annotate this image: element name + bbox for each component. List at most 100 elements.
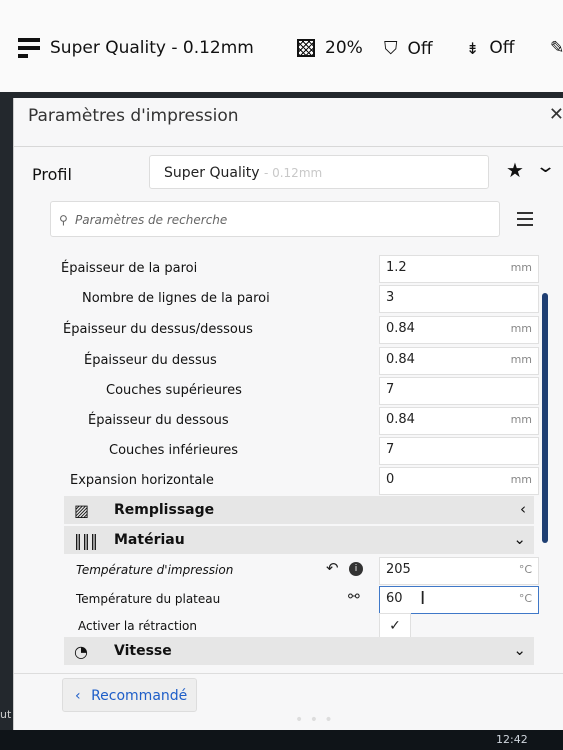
setting-label: Épaisseur de la paroi [61, 261, 198, 276]
chevron-left-icon: ‹ [520, 500, 526, 518]
setting-row-top-layers: Couches supérieures 7 [14, 375, 544, 405]
setting-value: 60 [386, 591, 403, 606]
setting-unit: °C [518, 592, 532, 605]
menu-icon[interactable] [517, 212, 533, 230]
setting-value: 205 [386, 562, 411, 577]
setting-row-wall-thickness: Épaisseur de la paroi 1.2 mm [14, 253, 544, 283]
setting-unit: °C [518, 563, 532, 576]
support-icon: ⛉ [384, 38, 398, 59]
star-icon[interactable]: ★ [506, 158, 524, 182]
top-toolbar: Super Quality - 0.12mm 20% ⛉ Off ⇟ Off ✎ [0, 0, 563, 92]
setting-value: 0 [386, 472, 395, 487]
background-text: ut [0, 708, 12, 721]
search-placeholder: Paramètres de recherche [75, 213, 228, 227]
section-title: Remplissage [114, 502, 215, 518]
close-icon[interactable]: ✕ [549, 104, 563, 125]
info-icon[interactable]: i [349, 562, 363, 576]
setting-label: Couches supérieures [106, 383, 242, 398]
adhesion-value: Off [489, 38, 515, 58]
setting-unit: mm [510, 322, 532, 335]
divider [14, 146, 563, 147]
profile-field-label: Profil [32, 165, 72, 184]
setting-label: Expansion horizontale [70, 473, 214, 488]
setting-unit: mm [510, 353, 532, 366]
infill-indicator[interactable]: 20% [297, 38, 363, 58]
adhesion-icon: ⇟ [466, 38, 480, 58]
section-materiau[interactable]: ‖‖‖ Matériau ⌄ [64, 526, 534, 554]
setting-row-top-thickness: Épaisseur du dessus 0.84 mm [14, 345, 544, 375]
panel-title: Paramètres d'impression [28, 106, 239, 126]
setting-value: 3 [386, 290, 395, 305]
text-cursor-icon: I [420, 588, 426, 609]
print-settings-panel: Paramètres d'impression ✕ Profil Super Q… [13, 98, 563, 730]
link-icon: ⚯ [348, 589, 360, 605]
infill-icon [297, 39, 315, 57]
setting-row-horizontal-expansion: Expansion horizontale 0 mm [14, 465, 544, 495]
infill-value: 20% [325, 38, 363, 58]
setting-input[interactable]: 0.84 mm [379, 316, 539, 344]
search-icon: ⚲ [59, 213, 68, 227]
setting-row-bottom-thickness: Épaisseur du dessous 0.84 mm [14, 405, 544, 435]
support-indicator[interactable]: ⛉ Off [384, 38, 433, 59]
setting-value: 7 [386, 382, 395, 397]
material-icon: ‖‖‖ [74, 531, 98, 550]
retraction-checkbox[interactable]: ✓ [379, 613, 411, 639]
speedometer-icon: ◔ [74, 642, 88, 661]
recommended-label: Recommandé [91, 688, 188, 704]
setting-input[interactable]: 205 °C [379, 557, 539, 585]
infill-icon: ▨ [74, 501, 90, 520]
setting-label: Activer la rétraction [78, 619, 197, 633]
setting-label: Épaisseur du dessus/dessous [63, 322, 253, 337]
print-profile-icon [18, 38, 40, 58]
bed-temperature-input[interactable]: 60 I °C [379, 586, 539, 614]
divider [14, 673, 563, 674]
setting-unit: mm [510, 413, 532, 426]
setting-value: 7 [386, 442, 395, 457]
search-input[interactable]: ⚲ Paramètres de recherche [50, 201, 500, 237]
reset-icon[interactable]: ↶ [326, 559, 339, 577]
chevron-down-icon: ⌄ [513, 530, 526, 548]
recommended-button[interactable]: ‹ Recommandé [62, 678, 197, 712]
support-value: Off [407, 38, 433, 59]
setting-label: Couches inférieures [109, 443, 239, 458]
setting-label: Épaisseur du dessus [84, 353, 217, 368]
section-vitesse[interactable]: ◔ Vitesse ⌄ [64, 637, 534, 665]
setting-label: Température d'impression [76, 563, 234, 577]
chevron-down-icon[interactable]: ⌄ [535, 156, 556, 177]
pencil-icon[interactable]: ✎ [550, 38, 563, 58]
settings-list: Épaisseur de la paroi 1.2 mm Nombre de l… [14, 253, 544, 665]
chevron-down-icon: ⌄ [513, 641, 526, 659]
setting-row-bottom-layers: Couches inférieures 7 [14, 435, 544, 465]
setting-input[interactable]: 0 mm [379, 467, 539, 495]
setting-label: Épaisseur du dessous [88, 413, 229, 428]
setting-row-print-temperature: Température d'impression ↶ i 205 °C [14, 555, 544, 585]
chevron-left-icon: ‹ [75, 688, 81, 704]
section-title: Matériau [114, 532, 185, 548]
setting-input[interactable]: 1.2 mm [379, 255, 539, 283]
setting-row-top-bottom-thickness: Épaisseur du dessus/dessous 0.84 mm [14, 314, 544, 344]
setting-label: Nombre de lignes de la paroi [82, 291, 270, 306]
setting-value: 0.84 [386, 321, 415, 336]
setting-value: 0.84 [386, 352, 415, 367]
scrollbar[interactable] [542, 293, 548, 543]
setting-unit: mm [510, 473, 532, 486]
profile-dropdown-value: Super Quality [164, 165, 260, 181]
setting-input[interactable]: 0.84 mm [379, 347, 539, 375]
setting-input[interactable]: 0.84 mm [379, 407, 539, 435]
profile-label: Super Quality - 0.12mm [50, 38, 254, 58]
setting-value: 1.2 [386, 260, 407, 275]
setting-input[interactable]: 7 [379, 437, 539, 465]
adhesion-indicator[interactable]: ⇟ Off [466, 38, 515, 58]
section-title: Vitesse [114, 643, 172, 659]
taskbar [0, 730, 563, 750]
setting-input[interactable]: 7 [379, 377, 539, 405]
check-icon: ✓ [389, 618, 401, 634]
profile-selector-button[interactable]: Super Quality - 0.12mm [18, 38, 254, 58]
profile-dropdown-suffix: - 0.12mm [263, 166, 323, 180]
setting-unit: mm [510, 261, 532, 274]
section-remplissage[interactable]: ▨ Remplissage ‹ [64, 496, 534, 524]
profile-dropdown[interactable]: Super Quality - 0.12mm [149, 155, 489, 189]
setting-input[interactable]: 3 [379, 285, 539, 313]
resize-handle[interactable]: • • • [295, 712, 334, 728]
setting-label: Température du plateau [76, 592, 221, 606]
